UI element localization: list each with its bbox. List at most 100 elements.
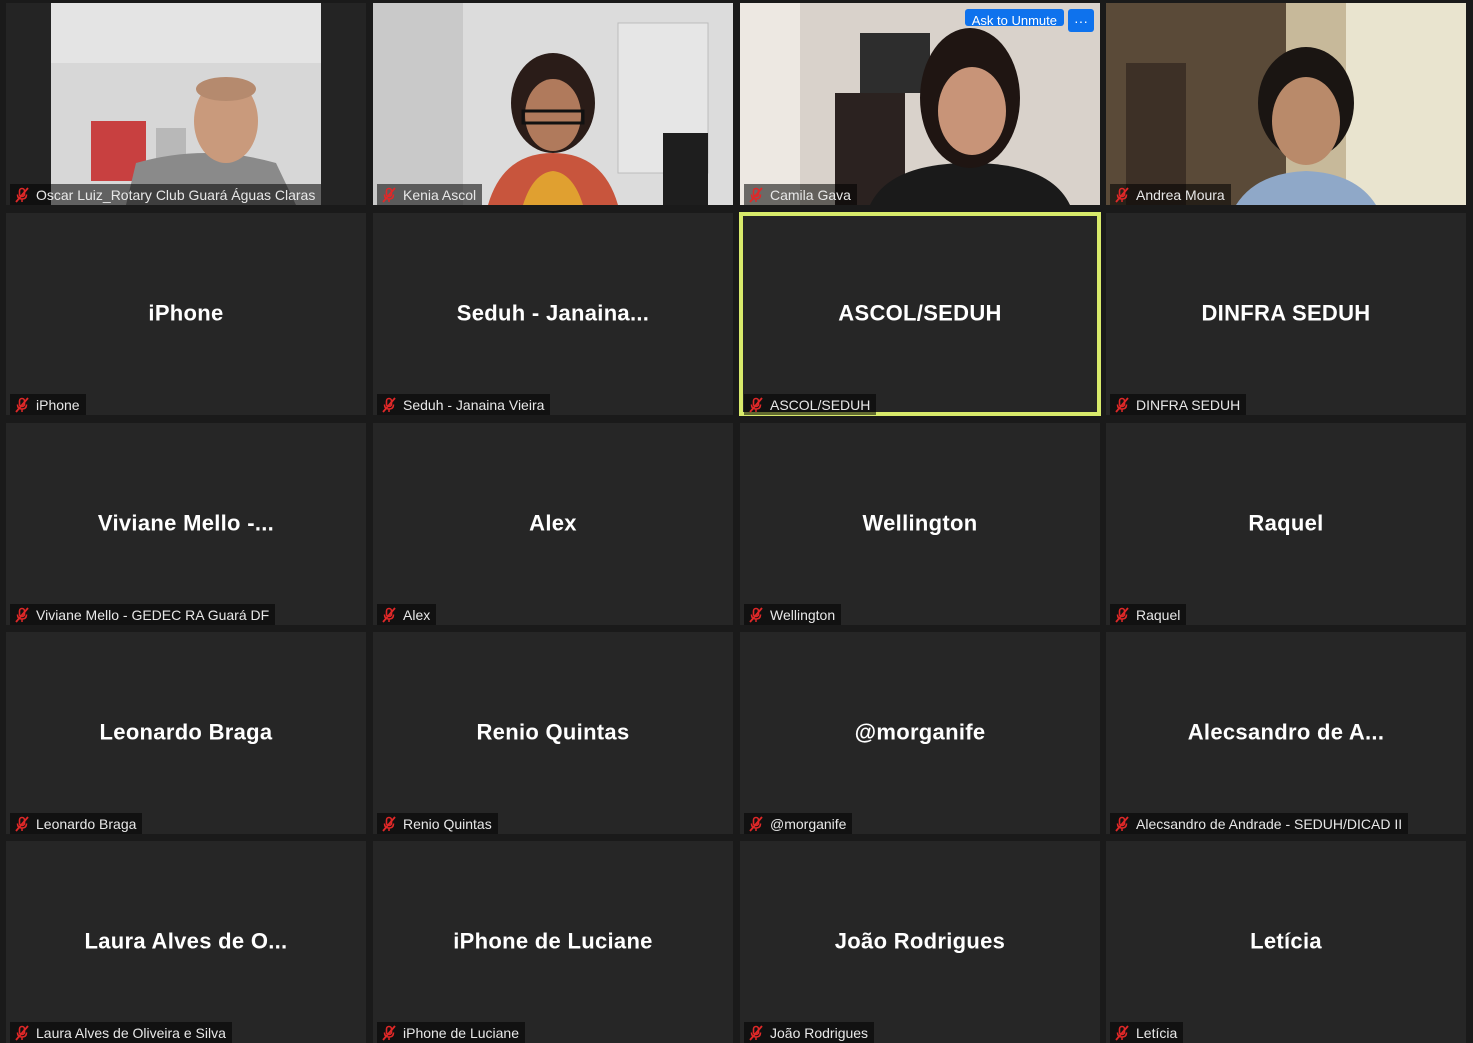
- participant-name: Viviane Mello - GEDEC RA Guará DF: [36, 606, 270, 623]
- participant-display-name: Wellington: [862, 510, 978, 536]
- participant-name: Seduh - Janaina Vieira: [403, 396, 545, 413]
- participant-tile[interactable]: Alecsandro de A... Alecsandro de Andrade…: [1106, 632, 1466, 834]
- participant-name: Leonardo Braga: [36, 815, 137, 832]
- mic-muted-icon: [1115, 186, 1129, 203]
- participant-name-label: Seduh - Janaina Vieira: [377, 394, 551, 415]
- participant-name-label: João Rodrigues: [744, 1022, 875, 1043]
- participant-name-label: Wellington: [744, 604, 842, 625]
- mic-muted-icon: [382, 396, 396, 413]
- participant-name: Laura Alves de Oliveira e Silva: [36, 1024, 226, 1041]
- participant-display-name: Laura Alves de O...: [84, 928, 288, 954]
- mic-muted-icon: [15, 606, 29, 623]
- participant-tile[interactable]: DINFRA SEDUH DINFRA SEDUH: [1106, 213, 1466, 415]
- participant-video: [1106, 3, 1466, 205]
- participant-name: iPhone: [36, 396, 80, 413]
- participant-tile[interactable]: Viviane Mello -... Viviane Mello - GEDEC…: [6, 423, 366, 625]
- participant-tile[interactable]: @morganife @morganife: [740, 632, 1100, 834]
- participant-name-label: ASCOL/SEDUH: [744, 394, 877, 415]
- participant-name-label: Raquel: [1110, 604, 1187, 625]
- participant-tile[interactable]: João Rodrigues João Rodrigues: [740, 841, 1100, 1043]
- mic-muted-icon: [382, 1024, 396, 1041]
- participant-video: [373, 3, 733, 205]
- participant-tile-video[interactable]: Ask to Unmute ··· Camila Gava: [740, 3, 1100, 205]
- more-options-button[interactable]: ···: [1068, 9, 1094, 32]
- mic-muted-icon: [15, 186, 29, 203]
- participant-display-name: Raquel: [1248, 510, 1324, 536]
- participant-name: Alex: [403, 606, 431, 623]
- mic-muted-icon: [382, 186, 396, 203]
- participant-name-label: Viviane Mello - GEDEC RA Guará DF: [10, 604, 276, 625]
- participant-name: Camila Gava: [770, 186, 851, 203]
- participant-display-name: ASCOL/SEDUH: [838, 300, 1002, 326]
- mic-muted-icon: [15, 815, 29, 832]
- participant-tile[interactable]: Alex Alex: [373, 423, 733, 625]
- participant-display-name: Alex: [529, 510, 577, 536]
- mic-muted-icon: [1115, 1024, 1129, 1041]
- participant-name-label: Renio Quintas: [377, 813, 498, 834]
- participant-name: Raquel: [1136, 606, 1181, 623]
- participant-video: [6, 3, 366, 205]
- participant-display-name: iPhone: [148, 300, 224, 326]
- participant-display-name: Seduh - Janaina...: [456, 300, 650, 326]
- participant-display-name: João Rodrigues: [834, 928, 1006, 954]
- mic-muted-icon: [749, 815, 763, 832]
- participant-display-name: DINFRA SEDUH: [1201, 300, 1371, 326]
- participant-name: Oscar Luiz_Rotary Club Guará Águas Clara…: [36, 186, 316, 203]
- participant-tile[interactable]: Raquel Raquel: [1106, 423, 1466, 625]
- mic-muted-icon: [382, 815, 396, 832]
- participant-name-label: iPhone: [10, 394, 86, 415]
- participant-name-label: Letícia: [1110, 1022, 1184, 1043]
- participant-tile[interactable]: iPhone de Luciane iPhone de Luciane: [373, 841, 733, 1043]
- participant-name-label: Andrea Moura: [1110, 184, 1231, 205]
- ask-to-unmute-button[interactable]: Ask to Unmute: [964, 9, 1064, 28]
- participant-display-name: Leonardo Braga: [99, 719, 273, 745]
- participant-tile[interactable]: Letícia Letícia: [1106, 841, 1466, 1043]
- mic-muted-icon: [15, 1024, 29, 1041]
- mic-muted-icon: [1115, 606, 1129, 623]
- participant-name-label: Oscar Luiz_Rotary Club Guará Águas Clara…: [10, 184, 322, 205]
- participant-name-label: Kenia Ascol: [377, 184, 483, 205]
- participant-name-label: Alex: [377, 604, 437, 625]
- participant-name: Kenia Ascol: [403, 186, 477, 203]
- participant-video: [740, 3, 1100, 205]
- participant-name-label: Laura Alves de Oliveira e Silva: [10, 1022, 232, 1043]
- participant-display-name: Alecsandro de A...: [1187, 719, 1385, 745]
- participant-name: @morganife: [770, 815, 847, 832]
- participant-display-name: Viviane Mello -...: [97, 510, 275, 536]
- participant-name: Letícia: [1136, 1024, 1178, 1041]
- participant-name: Wellington: [770, 606, 836, 623]
- participant-name: João Rodrigues: [770, 1024, 869, 1041]
- participant-tile[interactable]: Leonardo Braga Leonardo Braga: [6, 632, 366, 834]
- participant-name-label: Alecsandro de Andrade - SEDUH/DICAD II: [1110, 813, 1409, 834]
- participant-display-name: Renio Quintas: [476, 719, 630, 745]
- mic-muted-icon: [749, 1024, 763, 1041]
- participant-tile[interactable]: Renio Quintas Renio Quintas: [373, 632, 733, 834]
- participant-tile-video[interactable]: Andrea Moura: [1106, 3, 1466, 205]
- participant-tile[interactable]: iPhone iPhone: [6, 213, 366, 415]
- participant-name: DINFRA SEDUH: [1136, 396, 1241, 413]
- participant-tile-video[interactable]: Oscar Luiz_Rotary Club Guará Águas Clara…: [6, 3, 366, 205]
- participant-display-name: @morganife: [854, 719, 986, 745]
- participant-name-label: Camila Gava: [744, 184, 857, 205]
- participant-tile-video[interactable]: Kenia Ascol: [373, 3, 733, 205]
- mic-muted-icon: [1115, 396, 1129, 413]
- participant-name: iPhone de Luciane: [403, 1024, 519, 1041]
- mic-muted-icon: [1115, 815, 1129, 832]
- mic-muted-icon: [749, 396, 763, 413]
- gallery-view: Oscar Luiz_Rotary Club Guará Águas Clara…: [0, 0, 1473, 1043]
- participant-name: Andrea Moura: [1136, 186, 1225, 203]
- participant-name-label: Leonardo Braga: [10, 813, 143, 834]
- participant-display-name: Letícia: [1250, 928, 1322, 954]
- mic-muted-icon: [749, 606, 763, 623]
- participant-name: Renio Quintas: [403, 815, 492, 832]
- participant-tile[interactable]: Wellington Wellington: [740, 423, 1100, 625]
- participant-name: ASCOL/SEDUH: [770, 396, 871, 413]
- participant-tile[interactable]: Seduh - Janaina... Seduh - Janaina Vieir…: [373, 213, 733, 415]
- participant-name-label: @morganife: [744, 813, 853, 834]
- mic-muted-icon: [749, 186, 763, 203]
- participant-name-label: iPhone de Luciane: [377, 1022, 525, 1043]
- participant-display-name: iPhone de Luciane: [453, 928, 653, 954]
- participant-tile[interactable]: Laura Alves de O... Laura Alves de Olive…: [6, 841, 366, 1043]
- mic-muted-icon: [382, 606, 396, 623]
- participant-tile-active-speaker[interactable]: ASCOL/SEDUH ASCOL/SEDUH: [739, 212, 1101, 416]
